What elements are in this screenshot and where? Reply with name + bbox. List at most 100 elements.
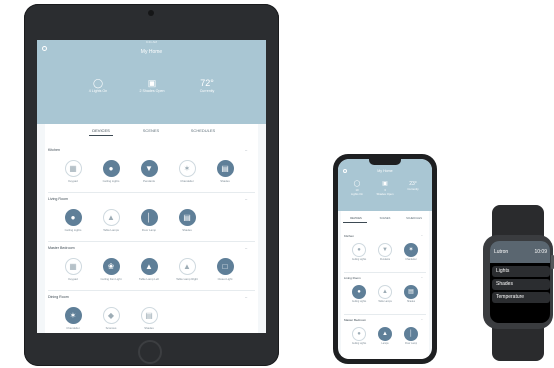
chandelier-icon: ✶ [404,243,418,257]
room-title[interactable]: Living Room [48,197,68,201]
device-label: Keypad [68,179,78,183]
device-tile[interactable]: ▼ Pendants [133,160,165,183]
pendant-icon: ▼ [140,160,158,177]
collapse-room-icon[interactable]: – [421,275,423,279]
shade-icon: ▣ [147,78,157,88]
room-title[interactable]: Kitchen [48,148,60,152]
watch-menu-lights[interactable]: Lights [492,266,550,277]
device-tile[interactable]: ▲ Table Lamps [373,285,397,303]
device-label: Ceiling Fan Light [100,277,122,281]
collapse-room-icon[interactable]: – [245,294,247,299]
home-button[interactable] [138,340,162,364]
device-tile[interactable]: ✶ Chandelier [399,243,423,261]
device-label: Table Lamp Left [139,277,159,281]
lights-on-stat[interactable]: ◯ 4 Lights On [73,78,123,93]
floor-lamp-icon: │ [140,209,158,226]
device-label: Ceiling Lights [351,300,367,303]
watch-time: 10:09 [534,249,547,255]
collapse-room-icon[interactable]: – [245,147,247,152]
device-tile[interactable]: ▤ Shades [399,285,423,303]
shade-icon: ▣ [382,181,388,187]
watch-header: Lutron 10:09 [490,241,550,263]
device-label: Ceiling Lights [351,342,367,345]
device-label: Table Lamp Right [176,277,198,281]
temperature-stat[interactable]: 72° Currently [182,78,232,93]
ipad-device: 9:41 AM My Home ◯ 4 Lights On ▣ 2 Shades… [24,4,279,366]
watch-menu-temperature[interactable]: Temperature [492,292,550,303]
device-tile[interactable]: ● Ceiling Lights [95,160,127,183]
device-tile[interactable]: ● Ceiling Lights [57,209,89,232]
active-tab-indicator [89,135,113,136]
table-lamp-icon: ▲ [102,209,120,226]
tab-schedules[interactable]: SCHEDULES [400,217,428,220]
phone-devices-card: DEVICES SCENES SCHEDULES Kitchen – ● Ceilin… [341,211,429,359]
phone-shades-stat[interactable]: ▣ 3 Shades Open [371,181,399,196]
device-tile[interactable]: ◆ Sconces [95,307,127,330]
apple-watch-device: Lutron 10:09 Lights Shades Temperature [483,205,554,361]
device-tile[interactable]: ● Ceiling Lights [347,327,371,345]
collapse-room-icon[interactable]: – [421,317,423,321]
pendant-icon: ▼ [378,243,392,257]
shades-open-stat[interactable]: ▣ 2 Shades Open [127,78,177,93]
room-divider [344,314,426,315]
room-title[interactable]: Kitchen [344,234,354,238]
device-tile[interactable]: ▤ Shades [171,209,203,232]
device-tile[interactable]: ▲ Table Lamps [95,209,127,232]
active-tab-indicator [343,222,367,223]
watch-menu-shades[interactable]: Shades [492,279,550,290]
room-title[interactable]: Dining Room [48,295,69,299]
device-tile[interactable]: ✶ Chandelier [57,307,89,330]
devices-card: DEVICES SCENES SCHEDULES Kitchen – ▦ Keypad… [45,124,258,333]
device-label: Table Lamps [378,300,392,303]
device-tile[interactable]: ✶ Chandelier [171,160,203,183]
table-lamp-icon: ▲ [140,258,158,275]
device-label: Ceiling Lights [102,179,120,183]
room-divider [48,241,255,242]
collapse-room-icon[interactable]: – [245,245,247,250]
room-title[interactable]: Master Bedroom [48,246,75,250]
collapse-room-icon[interactable]: – [245,196,247,201]
device-tile[interactable]: ● Ceiling Lights [347,285,371,303]
device-tile[interactable]: ▼ Pendants [373,243,397,261]
ceiling-light-icon: ● [352,243,366,257]
device-tile[interactable]: □ Closet Light [209,258,241,281]
ceiling-light-icon: ● [64,209,82,226]
home-title: My Home [140,49,163,55]
device-tile[interactable]: │ Floor Lamp [133,209,165,232]
ceiling-light-icon: ● [102,160,120,177]
device-label: Ceiling Lights [64,228,82,232]
device-tile[interactable]: ▤ Shades [209,160,241,183]
room-divider [48,192,255,193]
device-tile[interactable]: ▲ Lamps [373,327,397,345]
device-tile[interactable]: ▦ Keypad [57,160,89,183]
watch-screen: Lutron 10:09 Lights Shades Temperature [490,241,550,323]
keypad-icon: ▦ [64,258,82,275]
keypad-icon: ▦ [64,160,82,177]
device-tile[interactable]: │ Floor Lamp [399,327,423,345]
device-label: Chandelier [66,326,80,330]
room-title[interactable]: Living Room [344,276,361,280]
phone-lights-stat[interactable]: ◯ 10 Lights On [343,181,371,196]
device-tile[interactable]: ▲ Table Lamp Left [133,258,165,281]
device-label: Chandelier [180,179,194,183]
device-label: Closet Light [217,277,233,281]
bulb-icon: ◯ [92,78,104,88]
shade-icon: ▤ [178,209,196,226]
tab-devices[interactable]: DEVICES [342,217,370,220]
room-title[interactable]: Master Bedroom [344,318,366,322]
tab-scenes[interactable]: SCENES [121,128,181,133]
device-tile[interactable]: ▦ Keypad [57,258,89,281]
tab-scenes[interactable]: SCENES [371,217,399,220]
device-tile[interactable]: ❀ Ceiling Fan Light [95,258,127,281]
collapse-room-icon[interactable]: – [421,233,423,237]
device-tile[interactable]: ▤ Shades [133,307,165,330]
shade-icon: ▤ [140,307,158,324]
ceiling-light-icon: ● [352,285,366,299]
phone-temperature-stat[interactable]: 23° Currently [399,181,427,191]
device-tile[interactable]: ▲ Table Lamp Right [171,258,203,281]
ipad-screen: 9:41 AM My Home ◯ 4 Lights On ▣ 2 Shades… [37,40,266,333]
device-tile[interactable]: ● Ceiling Lights [347,243,371,261]
device-label: Lamps [381,342,389,345]
tab-schedules[interactable]: SCHEDULES [173,128,233,133]
home-summary-header: 9:41 AM My Home ◯ 4 Lights On ▣ 2 Shades… [37,40,266,124]
